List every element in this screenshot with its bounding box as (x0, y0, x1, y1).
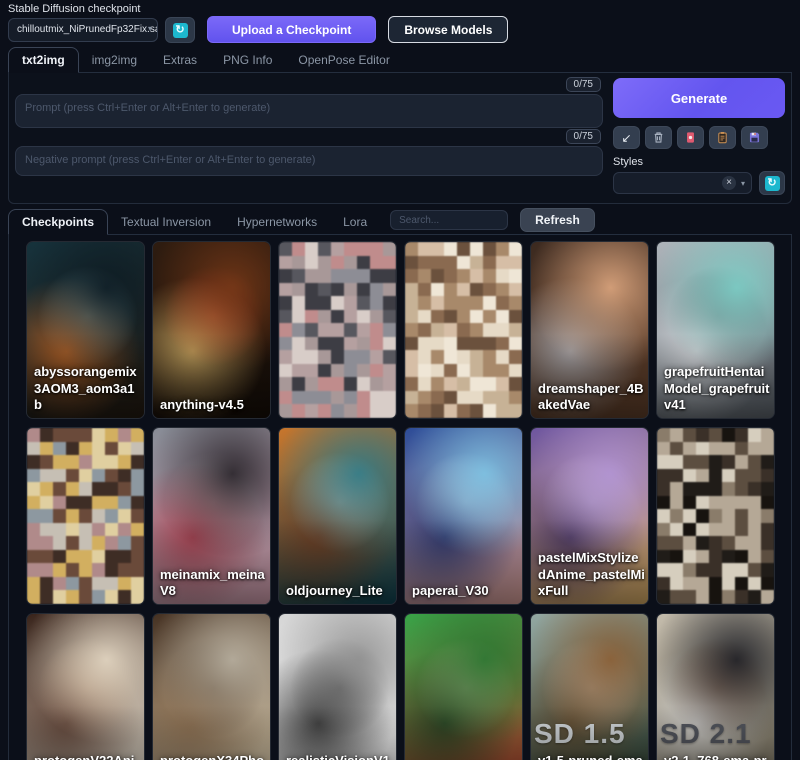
tab-img2img[interactable]: img2img (79, 48, 150, 72)
styles-label: Styles (613, 156, 785, 168)
checkpoint-dropdown-value: chilloutmix_NiPrunedFp32Fix.safeter (17, 24, 158, 35)
prompt-column: 0/75 0/75 (15, 76, 603, 195)
checkpoint-name: v1-5-pruned-emaonly (538, 753, 646, 760)
clear-prompt-button[interactable] (645, 126, 672, 149)
checkpoint-name: paperai_V30 (412, 583, 520, 600)
tab-png-info[interactable]: PNG Info (210, 48, 285, 72)
checkpoint-name: oldjourney_Lite (286, 583, 394, 600)
apply-selected-style-button[interactable] (709, 126, 736, 149)
tab-extras[interactable]: Extras (150, 48, 210, 72)
checkpoint-grid-panel: abyssorangemix3AOM3_aom3a1b anything-v4.5… (8, 235, 792, 760)
checkpoint-card[interactable]: paperai_V30 (404, 427, 523, 605)
refresh-icon: ↻ (173, 23, 188, 38)
styles-row: × ▾ ↻ (613, 171, 785, 195)
refresh-styles-button[interactable]: ↻ (759, 171, 785, 195)
chevron-down-icon: ▾ (741, 179, 745, 188)
checkpoint-name: meinamix_meinaV8 (160, 567, 268, 600)
main-tab-bar: txt2imgimg2imgExtrasPNG InfoOpenPose Edi… (8, 47, 792, 73)
clipboard-icon (716, 131, 729, 144)
tab-textual-inversion[interactable]: Textual Inversion (108, 210, 224, 234)
checkpoint-row: chilloutmix_NiPrunedFp32Fix.safeter ▾ ↻ (8, 17, 195, 43)
checkpoint-card[interactable] (278, 241, 397, 419)
refresh-icon: ↻ (765, 176, 780, 191)
tab-openpose-editor[interactable]: OpenPose Editor (285, 48, 402, 72)
checkpoint-card[interactable]: SD 2.1v2-1_768-ema-pruned (656, 613, 775, 760)
save-style-button[interactable] (741, 126, 768, 149)
checkpoint-label: Stable Diffusion checkpoint (8, 3, 195, 15)
label-shade (405, 706, 522, 760)
app-root: Stable Diffusion checkpoint chilloutmix_… (0, 0, 800, 760)
checkpoint-card[interactable]: pastelMixStylizedAnime_pastelMixFull (530, 427, 649, 605)
checkpoint-card[interactable]: oldjourney_Lite (278, 427, 397, 605)
clear-styles-icon[interactable]: × (722, 176, 736, 190)
checkpoint-dropdown[interactable]: chilloutmix_NiPrunedFp32Fix.safeter ▾ (8, 18, 158, 42)
negative-prompt-input[interactable] (15, 146, 603, 176)
checkpoint-name: abyssorangemix3AOM3_aom3a1b (34, 364, 142, 414)
generate-button[interactable]: Generate (613, 78, 785, 118)
checkpoint-name: v2-1_768-ema-pruned (664, 753, 772, 760)
checkpoint-name: dreamshaper_4BakedVae (538, 381, 646, 414)
checkpoint-card[interactable]: revAnimated_v11 (404, 613, 523, 760)
tab-txt2img[interactable]: txt2img (8, 47, 79, 73)
tab-hypernetworks[interactable]: Hypernetworks (224, 210, 330, 234)
prompt-tool-bar: ↙ (613, 126, 785, 149)
checkpoint-card[interactable]: protogenV22Anime_22 (26, 613, 145, 760)
checkpoint-card[interactable] (404, 241, 523, 419)
checkpoint-card[interactable] (656, 427, 775, 605)
browser-tab-bar: CheckpointsTextual InversionHypernetwork… (8, 208, 792, 235)
checkpoint-card[interactable]: SD 1.5v1-5-pruned-emaonly (530, 613, 649, 760)
negative-counter-row: 0/75 (17, 129, 601, 144)
checkpoint-header: Stable Diffusion checkpoint chilloutmix_… (8, 3, 792, 43)
prompt-token-counter: 0/75 (566, 77, 601, 92)
checkpoint-name: grapefruitHentaiModel_grapefruitv41 (664, 364, 772, 414)
tab-checkpoints[interactable]: Checkpoints (8, 209, 108, 235)
checkpoint-card[interactable]: grapefruitHentaiModel_grapefruitv41 (656, 241, 775, 419)
checkpoint-card[interactable]: meinamix_meinaV8 (152, 427, 271, 605)
checkpoint-name: realisticVisionV13_v13 (286, 753, 394, 760)
search-input[interactable] (390, 210, 508, 230)
arrow-down-left-icon: ↙ (620, 131, 633, 144)
card-icon (684, 131, 697, 144)
generate-column: Generate ↙ Styles × ▾ ↻ (613, 76, 785, 195)
browser-tabs: CheckpointsTextual InversionHypernetwork… (8, 209, 380, 234)
checkpoint-name: protogenX34Photorealism_1 (160, 753, 268, 760)
checkpoint-thumbnail (279, 242, 396, 418)
tab-lora[interactable]: Lora (330, 210, 380, 234)
refresh-checkpoints-button[interactable]: ↻ (165, 17, 195, 43)
prompt-input[interactable] (15, 94, 603, 128)
prompt-counter-row: 0/75 (17, 77, 601, 92)
negative-token-counter: 0/75 (566, 129, 601, 144)
upload-checkpoint-button[interactable]: Upload a Checkpoint (207, 16, 376, 43)
checkpoint-name: protogenV22Anime_22 (34, 753, 142, 760)
save-icon (748, 131, 761, 144)
checkpoint-card[interactable]: dreamshaper_4BakedVae (530, 241, 649, 419)
checkpoint-card[interactable]: realisticVisionV13_v13 (278, 613, 397, 760)
trash-icon (652, 131, 665, 144)
checkpoint-name: pastelMixStylizedAnime_pastelMixFull (538, 550, 646, 600)
extra-networks-button[interactable] (677, 126, 704, 149)
checkpoint-group: Stable Diffusion checkpoint chilloutmix_… (8, 3, 195, 43)
refresh-models-button[interactable]: Refresh (520, 208, 595, 232)
checkpoint-thumbnail (657, 428, 774, 604)
txt2img-panel: 0/75 0/75 Generate ↙ Styles × ▾ ↻ (8, 73, 792, 204)
styles-dropdown[interactable]: × ▾ (613, 172, 752, 194)
paste-generation-params-button[interactable]: ↙ (613, 126, 640, 149)
checkpoint-card[interactable] (26, 427, 145, 605)
chevron-down-icon: ▾ (148, 18, 152, 40)
checkpoint-card[interactable]: protogenX34Photorealism_1 (152, 613, 271, 760)
checkpoint-card[interactable]: anything-v4.5 (152, 241, 271, 419)
checkpoint-thumbnail (27, 428, 144, 604)
checkpoint-card[interactable]: abyssorangemix3AOM3_aom3a1b (26, 241, 145, 419)
checkpoint-name: anything-v4.5 (160, 397, 268, 414)
browse-models-button[interactable]: Browse Models (388, 16, 508, 43)
checkpoint-grid: abyssorangemix3AOM3_aom3a1b anything-v4.5… (26, 241, 791, 760)
checkpoint-thumbnail (405, 242, 522, 418)
